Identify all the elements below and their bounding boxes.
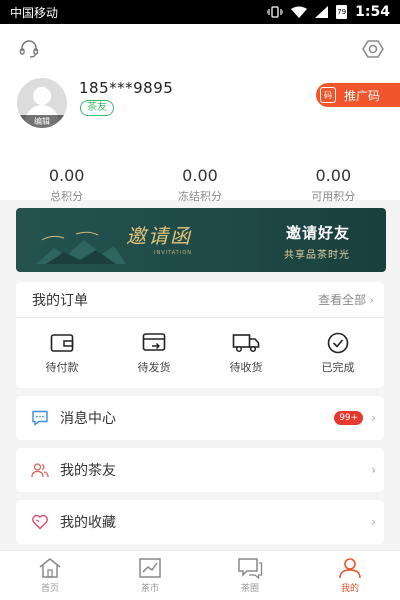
points-total-label: 总积分 [50, 190, 84, 203]
orders-header: 我的订单 查看全部 › [16, 282, 384, 318]
chevron-right-icon: › [371, 515, 376, 529]
signal-icon [315, 6, 329, 18]
order-pending-shipment[interactable]: 待发货 [108, 318, 200, 388]
promo-code-label: 推广码 [344, 88, 381, 103]
card-out-icon [142, 333, 166, 351]
menu-tea-friends[interactable]: 我的茶友 › [16, 448, 384, 492]
tab-home[interactable]: 首页 [0, 551, 100, 600]
points-frozen[interactable]: 0.00 冻结积分 [133, 166, 266, 204]
truck-icon [232, 334, 260, 353]
points-total[interactable]: 0.00 总积分 [0, 166, 133, 204]
chart-icon [139, 558, 161, 578]
tab-circle-label: 茶圈 [240, 584, 259, 594]
tab-mine-label: 我的 [340, 584, 359, 594]
qr-code-icon: 码 [320, 87, 336, 103]
banner-art-title: 邀请函 [126, 224, 192, 248]
status-bar: 中国移动 79 1:54 [0, 0, 400, 24]
chevron-right-icon: › [371, 463, 376, 477]
menu-tea-friends-label: 我的茶友 [60, 463, 116, 479]
promo-code-button[interactable]: 码 推广码 [316, 83, 400, 107]
check-circle-icon [327, 332, 349, 354]
wallet-icon [50, 334, 74, 352]
banner-title: 邀请好友 [285, 224, 350, 242]
points-available-value: 0.00 [315, 166, 352, 185]
status-icons: 79 1:54 [267, 4, 390, 20]
order-pending-payment[interactable]: 待付款 [16, 318, 108, 388]
banner-art-subtitle: INVITATION [154, 250, 193, 256]
unread-count-badge: 99+ [334, 411, 364, 425]
wifi-icon [291, 6, 308, 18]
orders-card: 我的订单 查看全部 › 待付款 待发货 待收货 已完成 [16, 282, 384, 388]
banner-subtitle: 共享品茶时光 [284, 250, 350, 261]
menu-favorites[interactable]: 我的收藏 › [16, 500, 384, 544]
heart-icon [30, 512, 50, 532]
orders-title: 我的订单 [32, 292, 88, 309]
points-total-value: 0.00 [48, 166, 85, 185]
tab-market-label: 茶市 [140, 584, 159, 594]
bottom-tab-bar: 首页 茶市 茶圈 我的 [0, 550, 400, 600]
message-icon [30, 408, 50, 428]
avatar-edit-label[interactable]: 编辑 [17, 115, 67, 128]
friends-icon [30, 460, 50, 480]
points-available[interactable]: 0.00 可用积分 [267, 166, 400, 204]
chevron-right-icon: › [369, 292, 374, 307]
menu-favorites-label: 我的收藏 [60, 515, 116, 531]
home-icon [39, 558, 61, 578]
orders-view-all-link[interactable]: 查看全部 › [318, 291, 374, 308]
vibrate-icon [267, 6, 284, 18]
points-frozen-label: 冻结积分 [177, 190, 222, 203]
tab-market[interactable]: 茶市 [100, 551, 200, 600]
order-completed[interactable]: 已完成 [292, 318, 384, 388]
carrier-label: 中国移动 [10, 5, 59, 20]
profile-header: 编辑 185***9895 茶友 码 推广码 0.00 总积分 0.00 冻结积… [0, 24, 400, 203]
person-icon [339, 558, 361, 579]
settings-icon[interactable] [362, 38, 384, 60]
user-phone: 185***9895 [79, 79, 174, 97]
points-available-label: 可用积分 [311, 190, 356, 203]
mountain-illustration [36, 231, 126, 264]
tab-circle[interactable]: 茶圈 [200, 551, 300, 600]
menu-message-center[interactable]: 消息中心 99+ › [16, 396, 384, 440]
avatar[interactable]: 编辑 [17, 78, 67, 128]
chat-icon [238, 558, 263, 579]
order-pending-receipt[interactable]: 待收货 [200, 318, 292, 388]
points-summary: 0.00 总积分 0.00 冻结积分 0.00 可用积分 [0, 166, 400, 204]
order-pending-shipment-label: 待发货 [137, 361, 171, 374]
user-tag-badge: 茶友 [80, 100, 114, 116]
tab-mine[interactable]: 我的 [300, 551, 400, 600]
battery-icon: 79 [336, 5, 348, 19]
menu-message-center-label: 消息中心 [60, 411, 116, 427]
points-frozen-value: 0.00 [182, 166, 218, 185]
order-pending-payment-label: 待付款 [45, 361, 79, 374]
clock: 1:54 [355, 4, 390, 20]
headset-icon[interactable] [18, 38, 40, 60]
view-all-label: 查看全部 [318, 293, 367, 307]
order-completed-label: 已完成 [321, 361, 355, 374]
order-pending-receipt-label: 待收货 [229, 361, 263, 374]
tab-home-label: 首页 [40, 584, 59, 594]
invite-banner[interactable]: 邀请函 INVITATION 邀请好友 共享品茶时光 [16, 208, 386, 272]
chevron-right-icon: › [371, 411, 376, 425]
